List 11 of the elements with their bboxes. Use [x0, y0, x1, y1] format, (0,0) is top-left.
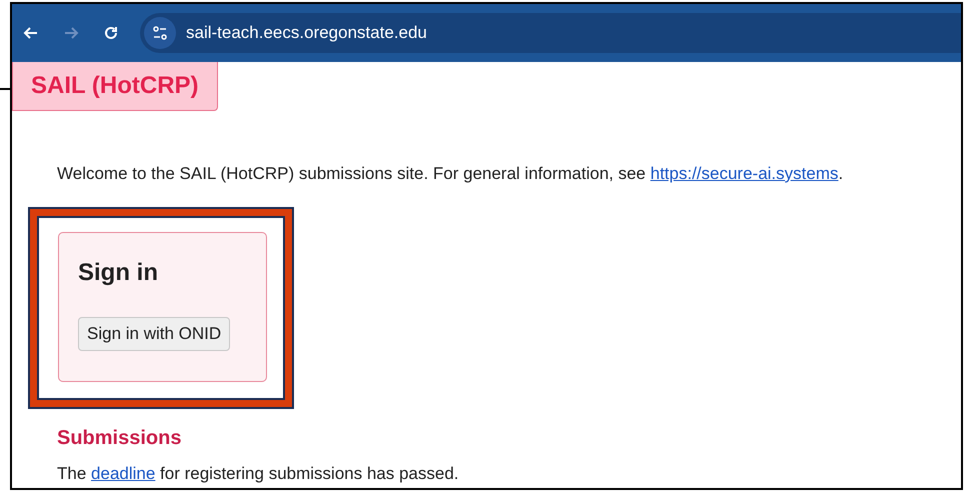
- submissions-heading: Submissions: [57, 426, 182, 450]
- link[interactable]: deadline: [91, 464, 156, 482]
- address-bar[interactable]: sail-teach.eecs.oregonstate.edu: [140, 13, 961, 53]
- sign-in-heading: Sign in: [78, 258, 159, 288]
- welcome-text: Welcome to the SAIL (HotCRP) submissions site. For general information, see https://secure-ai.systems.: [57, 163, 844, 185]
- deadline-text: The deadline for registering submissions has passed.: [57, 462, 460, 484]
- site-settings-icon[interactable]: [144, 17, 176, 49]
- link[interactable]: https://secure-ai.systems: [650, 164, 838, 183]
- reload-icon[interactable]: [102, 24, 120, 42]
- sign-in-button[interactable]: Sign in with ONID: [78, 316, 230, 350]
- url-text: sail-teach.eecs.oregonstate.edu: [186, 22, 427, 44]
